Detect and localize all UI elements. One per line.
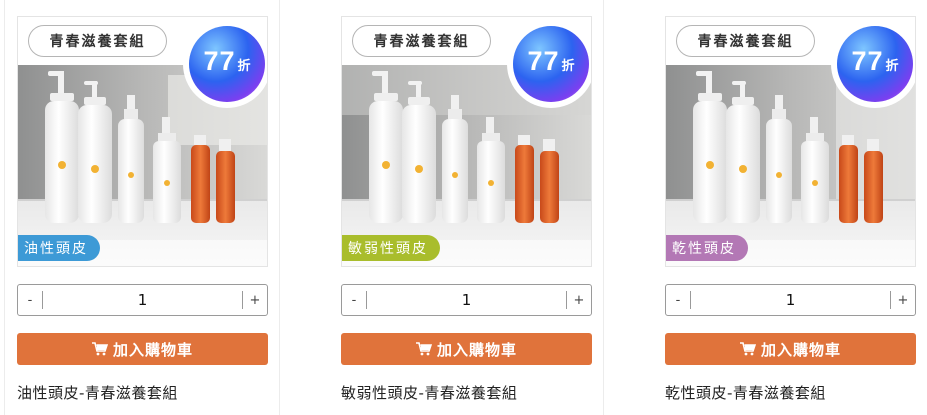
discount-unit: 折: [885, 59, 899, 74]
product-image-box[interactable]: 青春滋養套組 77 折 敏弱性頭皮: [341, 16, 592, 267]
column-divider: [4, 0, 5, 415]
product-name[interactable]: 油性頭皮-青春滋養套組: [17, 382, 178, 403]
add-to-cart-label: 加入購物車: [760, 340, 841, 359]
set-label-pill: 青春滋養套組: [28, 25, 167, 57]
add-to-cart-label: 加入購物車: [112, 340, 193, 359]
increment-button[interactable]: +: [891, 285, 915, 315]
discount-number: 77: [851, 46, 884, 76]
product-image-box[interactable]: 青春滋養套組 77 折 乾性頭皮: [665, 16, 916, 267]
column-divider: [603, 0, 604, 415]
discount-number: 77: [203, 46, 236, 76]
discount-badge-circle: 77 折: [189, 26, 265, 102]
increment-button[interactable]: +: [567, 285, 591, 315]
add-to-cart-label: 加入購物車: [436, 340, 517, 359]
decrement-button[interactable]: -: [342, 285, 366, 315]
product-name[interactable]: 敏弱性頭皮-青春滋養套組: [341, 382, 517, 403]
cart-icon: [415, 342, 432, 356]
quantity-stepper: - 1 +: [17, 284, 268, 316]
discount-unit: 折: [561, 59, 575, 74]
discount-badge: 77 折: [183, 20, 267, 108]
discount-badge-circle: 77 折: [837, 26, 913, 102]
quantity-stepper: - 1 +: [341, 284, 592, 316]
add-to-cart-button[interactable]: 加入購物車: [665, 333, 916, 365]
add-to-cart-button[interactable]: 加入購物車: [341, 333, 592, 365]
decrement-button[interactable]: -: [18, 285, 42, 315]
discount-badge: 77 折: [507, 20, 591, 108]
product-image-box[interactable]: 青春滋養套組 77 折 油性頭皮: [17, 16, 268, 267]
quantity-stepper: - 1 +: [665, 284, 916, 316]
quantity-input[interactable]: 1: [691, 291, 890, 309]
cart-icon: [739, 342, 756, 356]
add-to-cart-button[interactable]: 加入購物車: [17, 333, 268, 365]
product-card: 青春滋養套組 77 折 敏弱性頭皮 - 1 + 加入購物車 敏弱性頭皮-青春滋養…: [341, 16, 592, 402]
product-card: 青春滋養套組 77 折 油性頭皮 - 1 + 加入購物車 油性頭皮-青春滋養套組: [17, 16, 268, 402]
cart-icon: [91, 342, 108, 356]
increment-button[interactable]: +: [243, 285, 267, 315]
scalp-type-tag: 敏弱性頭皮: [342, 235, 440, 261]
product-card: 青春滋養套組 77 折 乾性頭皮 - 1 + 加入購物車 乾性頭皮-青春滋養套組: [665, 16, 916, 402]
quantity-input[interactable]: 1: [43, 291, 242, 309]
decrement-button[interactable]: -: [666, 285, 690, 315]
scalp-type-tag: 乾性頭皮: [666, 235, 748, 261]
set-label-pill: 青春滋養套組: [352, 25, 491, 57]
discount-number: 77: [527, 46, 560, 76]
discount-badge-circle: 77 折: [513, 26, 589, 102]
product-name[interactable]: 乾性頭皮-青春滋養套組: [665, 382, 826, 403]
discount-badge: 77 折: [831, 20, 915, 108]
column-divider: [279, 0, 280, 415]
scalp-type-tag: 油性頭皮: [18, 235, 100, 261]
set-label-pill: 青春滋養套組: [676, 25, 815, 57]
discount-unit: 折: [237, 59, 251, 74]
quantity-input[interactable]: 1: [367, 291, 566, 309]
